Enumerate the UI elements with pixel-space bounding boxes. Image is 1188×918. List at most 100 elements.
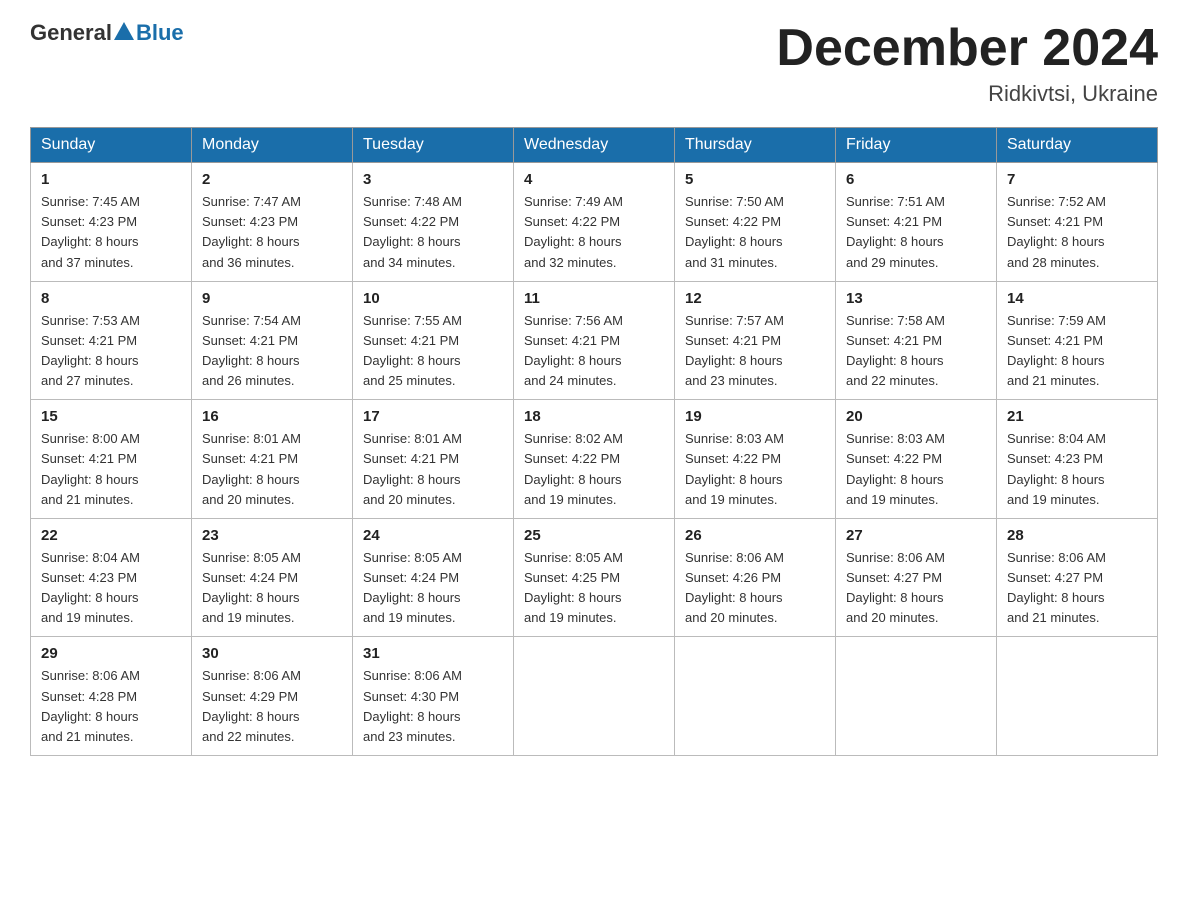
day-info: Sunrise: 8:06 AMSunset: 4:29 PMDaylight:… [202,668,301,743]
week-row-3: 15 Sunrise: 8:00 AMSunset: 4:21 PMDaylig… [31,400,1158,519]
logo-triangle-icon [114,22,134,40]
day-number: 16 [202,408,342,425]
calendar-cell: 1 Sunrise: 7:45 AMSunset: 4:23 PMDayligh… [31,163,192,282]
day-number: 30 [202,645,342,662]
day-info: Sunrise: 8:06 AMSunset: 4:27 PMDaylight:… [1007,550,1106,625]
header: General Blue December 2024 Ridkivtsi, Uk… [30,20,1158,107]
calendar-cell: 14 Sunrise: 7:59 AMSunset: 4:21 PMDaylig… [997,281,1158,400]
day-info: Sunrise: 7:59 AMSunset: 4:21 PMDaylight:… [1007,313,1106,388]
day-header-wednesday: Wednesday [514,128,675,163]
day-number: 25 [524,527,664,544]
calendar-cell: 25 Sunrise: 8:05 AMSunset: 4:25 PMDaylig… [514,518,675,637]
calendar-cell: 23 Sunrise: 8:05 AMSunset: 4:24 PMDaylig… [192,518,353,637]
calendar-cell: 19 Sunrise: 8:03 AMSunset: 4:22 PMDaylig… [675,400,836,519]
day-number: 10 [363,290,503,307]
day-number: 22 [41,527,181,544]
logo-general-text: General [30,20,112,46]
calendar-table: SundayMondayTuesdayWednesdayThursdayFrid… [30,127,1158,756]
day-number: 11 [524,290,664,307]
day-number: 1 [41,171,181,188]
logo-text: General Blue [30,20,184,46]
day-info: Sunrise: 8:04 AMSunset: 4:23 PMDaylight:… [41,550,140,625]
calendar-cell: 26 Sunrise: 8:06 AMSunset: 4:26 PMDaylig… [675,518,836,637]
day-header-tuesday: Tuesday [353,128,514,163]
calendar-cell: 30 Sunrise: 8:06 AMSunset: 4:29 PMDaylig… [192,637,353,756]
location-title: Ridkivtsi, Ukraine [776,81,1158,107]
calendar-cell: 2 Sunrise: 7:47 AMSunset: 4:23 PMDayligh… [192,163,353,282]
calendar-cell [997,637,1158,756]
week-row-1: 1 Sunrise: 7:45 AMSunset: 4:23 PMDayligh… [31,163,1158,282]
day-info: Sunrise: 8:06 AMSunset: 4:30 PMDaylight:… [363,668,462,743]
calendar-cell: 22 Sunrise: 8:04 AMSunset: 4:23 PMDaylig… [31,518,192,637]
day-info: Sunrise: 7:54 AMSunset: 4:21 PMDaylight:… [202,313,301,388]
calendar-cell: 18 Sunrise: 8:02 AMSunset: 4:22 PMDaylig… [514,400,675,519]
day-info: Sunrise: 7:53 AMSunset: 4:21 PMDaylight:… [41,313,140,388]
day-number: 23 [202,527,342,544]
day-info: Sunrise: 8:06 AMSunset: 4:26 PMDaylight:… [685,550,784,625]
calendar-cell: 3 Sunrise: 7:48 AMSunset: 4:22 PMDayligh… [353,163,514,282]
calendar-cell [675,637,836,756]
title-area: December 2024 Ridkivtsi, Ukraine [776,20,1158,107]
logo-blue-text: Blue [136,20,184,46]
day-info: Sunrise: 7:45 AMSunset: 4:23 PMDaylight:… [41,194,140,269]
calendar-cell: 15 Sunrise: 8:00 AMSunset: 4:21 PMDaylig… [31,400,192,519]
day-header-sunday: Sunday [31,128,192,163]
calendar-cell [514,637,675,756]
day-number: 20 [846,408,986,425]
day-info: Sunrise: 7:48 AMSunset: 4:22 PMDaylight:… [363,194,462,269]
calendar-cell: 28 Sunrise: 8:06 AMSunset: 4:27 PMDaylig… [997,518,1158,637]
day-info: Sunrise: 7:49 AMSunset: 4:22 PMDaylight:… [524,194,623,269]
day-header-thursday: Thursday [675,128,836,163]
calendar-cell [836,637,997,756]
week-row-2: 8 Sunrise: 7:53 AMSunset: 4:21 PMDayligh… [31,281,1158,400]
day-header-friday: Friday [836,128,997,163]
month-title: December 2024 [776,20,1158,77]
day-number: 9 [202,290,342,307]
day-info: Sunrise: 7:50 AMSunset: 4:22 PMDaylight:… [685,194,784,269]
day-number: 28 [1007,527,1147,544]
day-number: 18 [524,408,664,425]
day-info: Sunrise: 8:05 AMSunset: 4:24 PMDaylight:… [202,550,301,625]
day-number: 12 [685,290,825,307]
calendar-cell: 27 Sunrise: 8:06 AMSunset: 4:27 PMDaylig… [836,518,997,637]
day-info: Sunrise: 8:01 AMSunset: 4:21 PMDaylight:… [202,431,301,506]
day-info: Sunrise: 7:52 AMSunset: 4:21 PMDaylight:… [1007,194,1106,269]
day-number: 31 [363,645,503,662]
calendar-cell: 9 Sunrise: 7:54 AMSunset: 4:21 PMDayligh… [192,281,353,400]
day-number: 7 [1007,171,1147,188]
calendar-cell: 7 Sunrise: 7:52 AMSunset: 4:21 PMDayligh… [997,163,1158,282]
day-number: 24 [363,527,503,544]
days-header-row: SundayMondayTuesdayWednesdayThursdayFrid… [31,128,1158,163]
day-info: Sunrise: 8:06 AMSunset: 4:27 PMDaylight:… [846,550,945,625]
calendar-cell: 5 Sunrise: 7:50 AMSunset: 4:22 PMDayligh… [675,163,836,282]
day-info: Sunrise: 8:05 AMSunset: 4:24 PMDaylight:… [363,550,462,625]
day-number: 27 [846,527,986,544]
calendar-cell: 13 Sunrise: 7:58 AMSunset: 4:21 PMDaylig… [836,281,997,400]
day-number: 29 [41,645,181,662]
calendar-cell: 6 Sunrise: 7:51 AMSunset: 4:21 PMDayligh… [836,163,997,282]
day-number: 17 [363,408,503,425]
week-row-5: 29 Sunrise: 8:06 AMSunset: 4:28 PMDaylig… [31,637,1158,756]
calendar-cell: 16 Sunrise: 8:01 AMSunset: 4:21 PMDaylig… [192,400,353,519]
day-header-monday: Monday [192,128,353,163]
day-info: Sunrise: 8:00 AMSunset: 4:21 PMDaylight:… [41,431,140,506]
calendar-cell: 8 Sunrise: 7:53 AMSunset: 4:21 PMDayligh… [31,281,192,400]
calendar-cell: 31 Sunrise: 8:06 AMSunset: 4:30 PMDaylig… [353,637,514,756]
week-row-4: 22 Sunrise: 8:04 AMSunset: 4:23 PMDaylig… [31,518,1158,637]
day-info: Sunrise: 7:51 AMSunset: 4:21 PMDaylight:… [846,194,945,269]
logo: General Blue [30,20,184,46]
day-info: Sunrise: 7:57 AMSunset: 4:21 PMDaylight:… [685,313,784,388]
day-number: 15 [41,408,181,425]
day-info: Sunrise: 8:04 AMSunset: 4:23 PMDaylight:… [1007,431,1106,506]
day-number: 14 [1007,290,1147,307]
day-info: Sunrise: 7:55 AMSunset: 4:21 PMDaylight:… [363,313,462,388]
calendar-cell: 29 Sunrise: 8:06 AMSunset: 4:28 PMDaylig… [31,637,192,756]
day-info: Sunrise: 7:58 AMSunset: 4:21 PMDaylight:… [846,313,945,388]
day-number: 4 [524,171,664,188]
day-number: 3 [363,171,503,188]
calendar-cell: 21 Sunrise: 8:04 AMSunset: 4:23 PMDaylig… [997,400,1158,519]
calendar-cell: 24 Sunrise: 8:05 AMSunset: 4:24 PMDaylig… [353,518,514,637]
day-info: Sunrise: 7:56 AMSunset: 4:21 PMDaylight:… [524,313,623,388]
day-number: 6 [846,171,986,188]
calendar-cell: 10 Sunrise: 7:55 AMSunset: 4:21 PMDaylig… [353,281,514,400]
